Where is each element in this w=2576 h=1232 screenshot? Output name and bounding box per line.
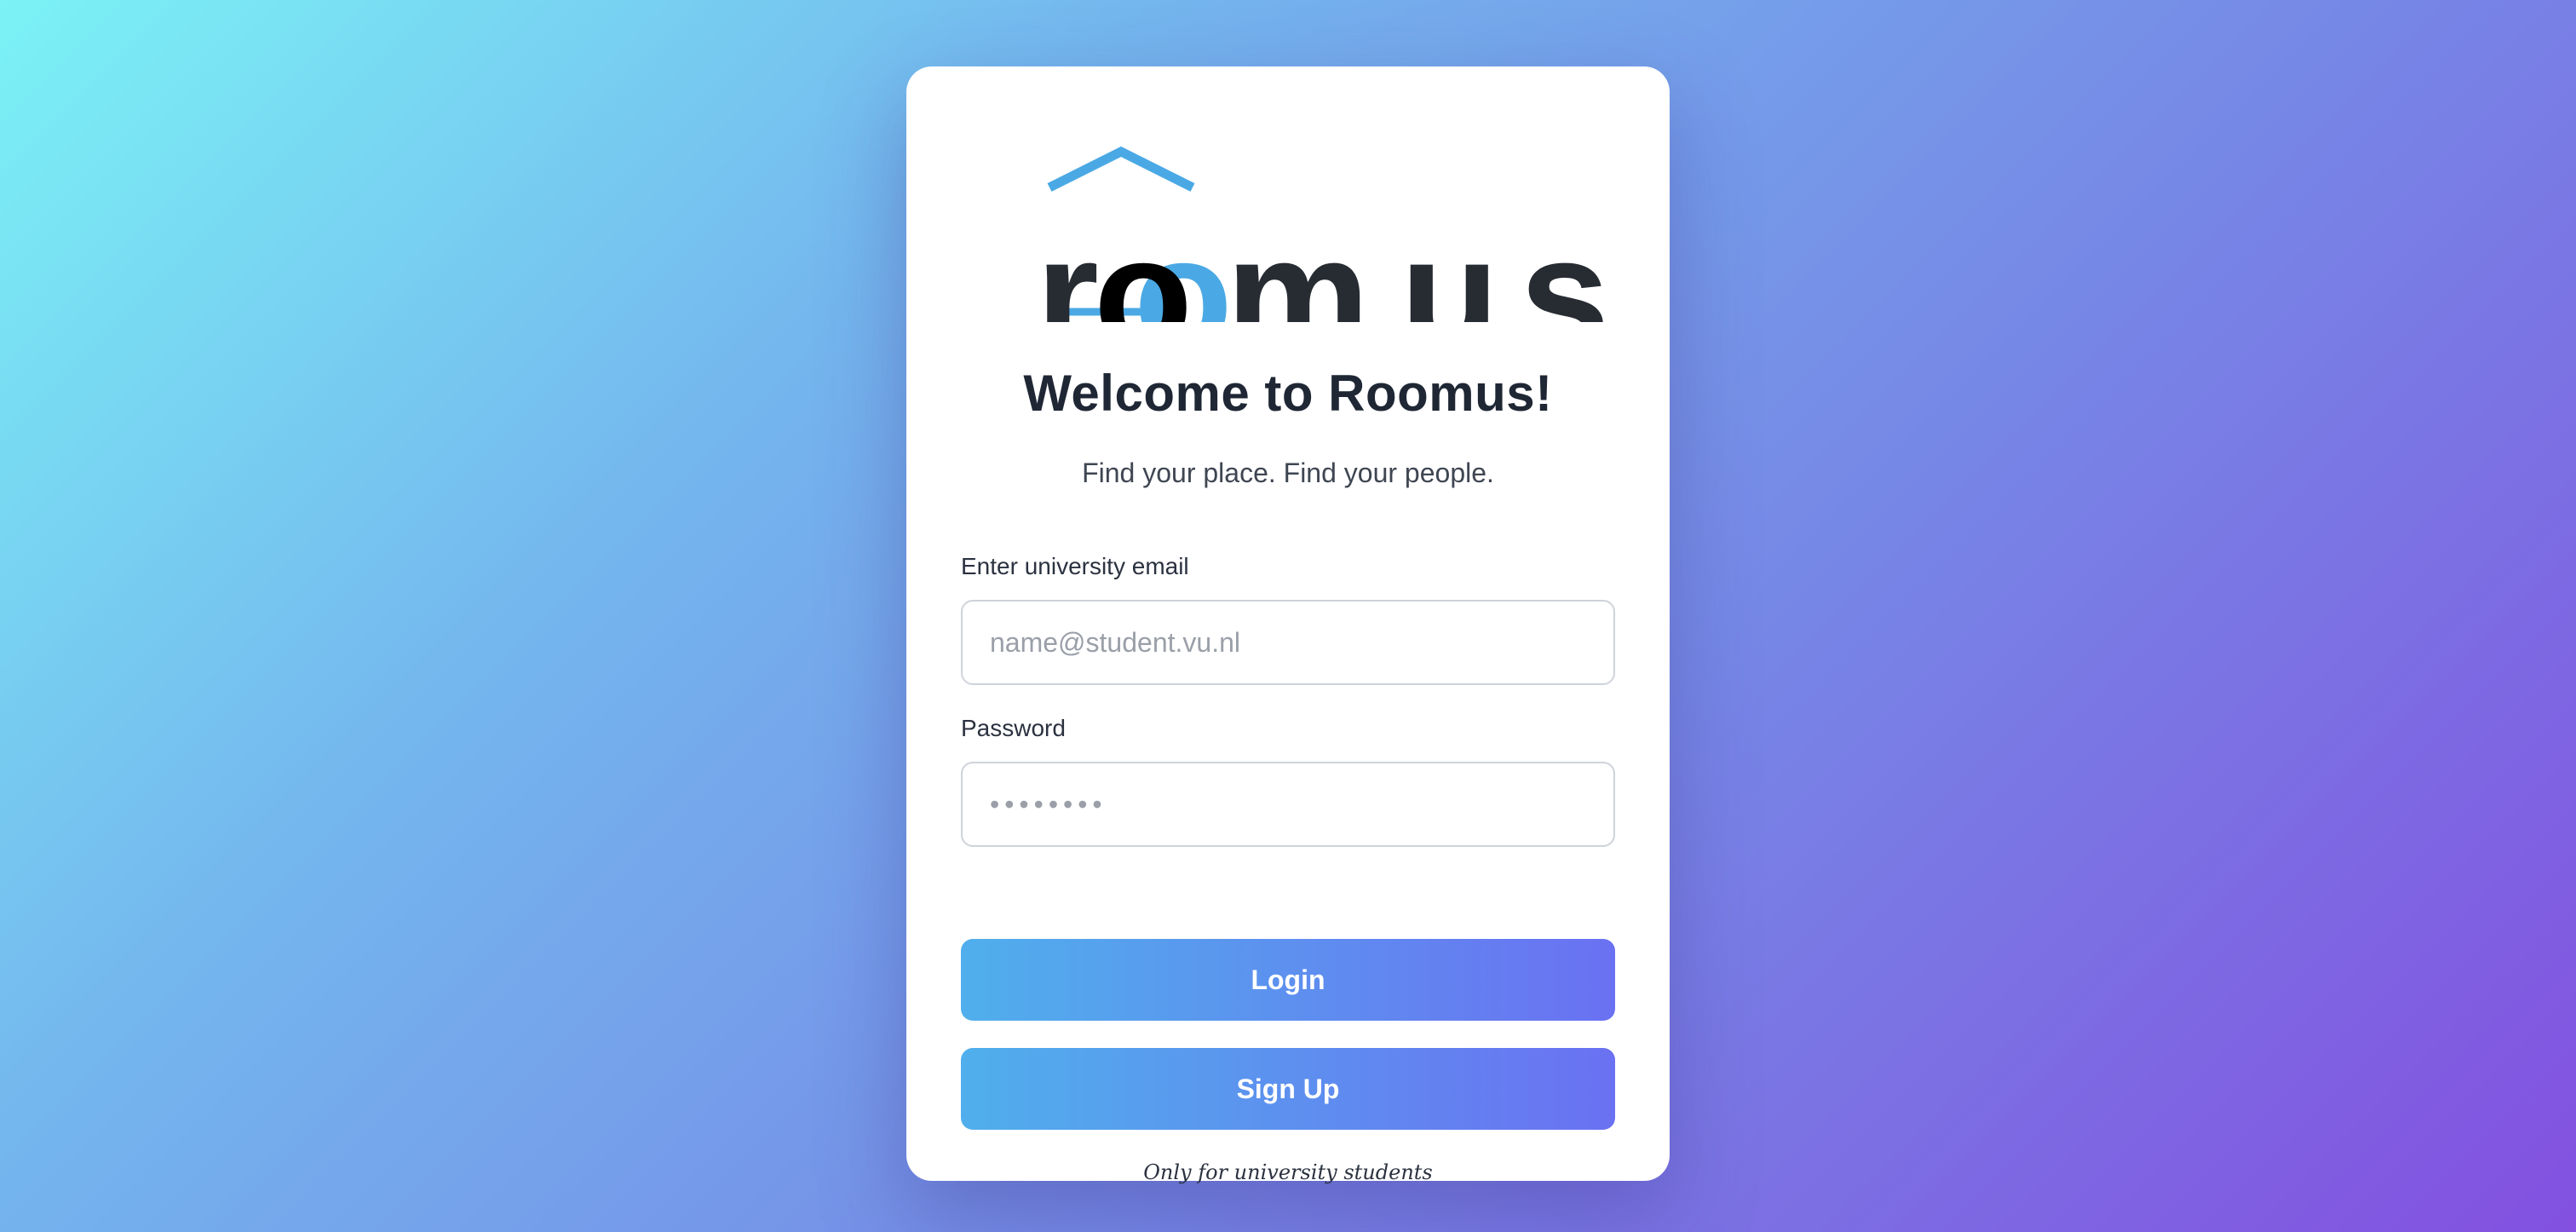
login-card: r o o m u s Welcome to Roomus! Find your…: [906, 66, 1670, 1184]
roomus-logo: r o o m u s: [975, 135, 1622, 322]
logo-letter-r: r: [1036, 204, 1099, 322]
logo-letter-u: u: [1400, 204, 1499, 322]
email-label: Enter university email: [961, 553, 1189, 579]
house-roof-icon: [1047, 146, 1195, 192]
logo-letter-m: m: [1226, 204, 1370, 322]
welcome-subtitle: Find your place. Find your people.: [1082, 458, 1494, 488]
welcome-title: Welcome to Roomus!: [1023, 365, 1553, 422]
password-label: Password: [961, 715, 1066, 741]
email-field[interactable]: [961, 600, 1615, 685]
login-button[interactable]: Login: [961, 939, 1615, 1021]
students-only-note: Only for university students: [1143, 1160, 1433, 1184]
password-field[interactable]: [961, 762, 1615, 847]
logo-letter-o-black: o: [1094, 204, 1193, 322]
signup-button[interactable]: Sign Up: [961, 1048, 1615, 1130]
logo-letter-s: s: [1520, 204, 1610, 322]
